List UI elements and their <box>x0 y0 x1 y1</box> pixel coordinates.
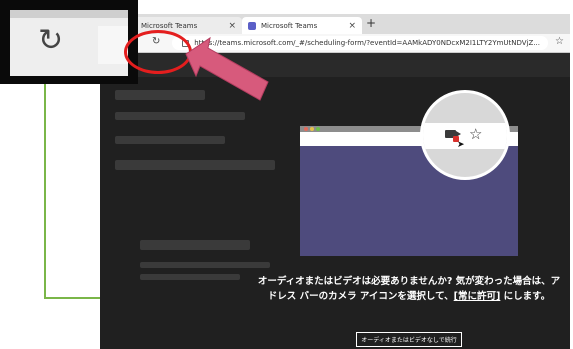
pointer-arrow <box>185 36 269 101</box>
arrow-shape <box>185 36 269 101</box>
